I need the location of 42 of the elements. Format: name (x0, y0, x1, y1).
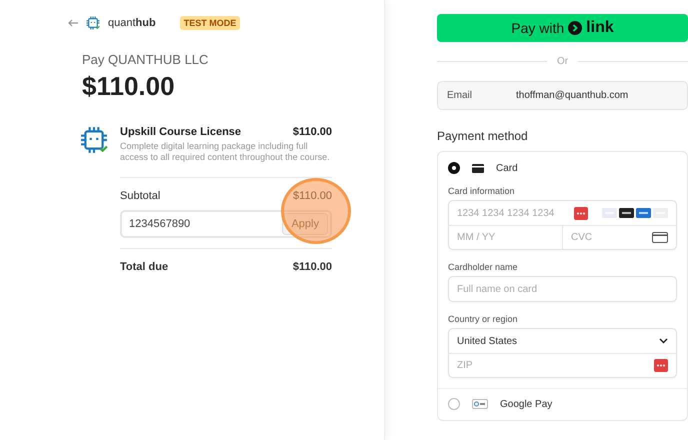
card-number-field[interactable]: 1234 1234 1234 1234 (449, 201, 676, 225)
field-label: Cardholder name (448, 262, 519, 272)
field-label: Country or region (448, 314, 519, 324)
pay-with-link-button[interactable]: Pay with link (437, 14, 688, 42)
total-value: $110.00 (292, 261, 332, 273)
option-label: Card (496, 162, 518, 174)
item-price: $110.00 (292, 126, 332, 138)
chip-icon (86, 16, 100, 30)
total-amount: $110.00 (82, 71, 176, 102)
test-mode-badge: TEST MODE (180, 16, 240, 30)
cardholder-name-field[interactable]: Full name on card (449, 277, 676, 301)
apply-button[interactable]: Apply (282, 213, 328, 235)
chevron-icon (568, 21, 582, 35)
subtotal-label: Subtotal (120, 190, 160, 202)
email-field[interactable]: Email thoffman@quanthub.com (437, 81, 688, 110)
promo-code-field[interactable]: 1234567890 Apply (120, 210, 332, 238)
total-label: Total due (120, 261, 168, 273)
item-name: Upskill Course License (120, 126, 242, 138)
expiry-field[interactable]: MM / YY (449, 226, 562, 249)
section-title: Payment method (437, 129, 529, 143)
password-manager-icon (574, 206, 588, 220)
country-select[interactable]: United States (449, 329, 676, 353)
cvc-card-icon (652, 232, 668, 243)
back-arrow-icon[interactable] (68, 19, 78, 27)
radio-button[interactable] (448, 398, 460, 410)
card-icon (472, 164, 484, 172)
subtotal-value: $110.00 (293, 190, 332, 202)
zip-field[interactable]: ZIP (449, 354, 676, 377)
google-pay-icon (472, 399, 488, 409)
item-description: Complete digital learning package including full access to all required content throughout the course. (120, 141, 331, 163)
payee-title: Pay QUANTHUB LLC (82, 52, 210, 67)
password-manager-icon (654, 359, 668, 372)
amex-icon (636, 208, 651, 218)
chip-icon (80, 126, 108, 154)
field-label: Card information (448, 186, 516, 196)
mastercard-icon (619, 208, 634, 218)
logo: quanthub (108, 17, 156, 29)
option-label: Google Pay (500, 398, 552, 410)
cvc-field[interactable]: CVC (562, 226, 676, 249)
or-divider-text: Or (556, 56, 568, 67)
chevron-down-icon (659, 338, 668, 344)
radio-button[interactable] (448, 162, 460, 174)
